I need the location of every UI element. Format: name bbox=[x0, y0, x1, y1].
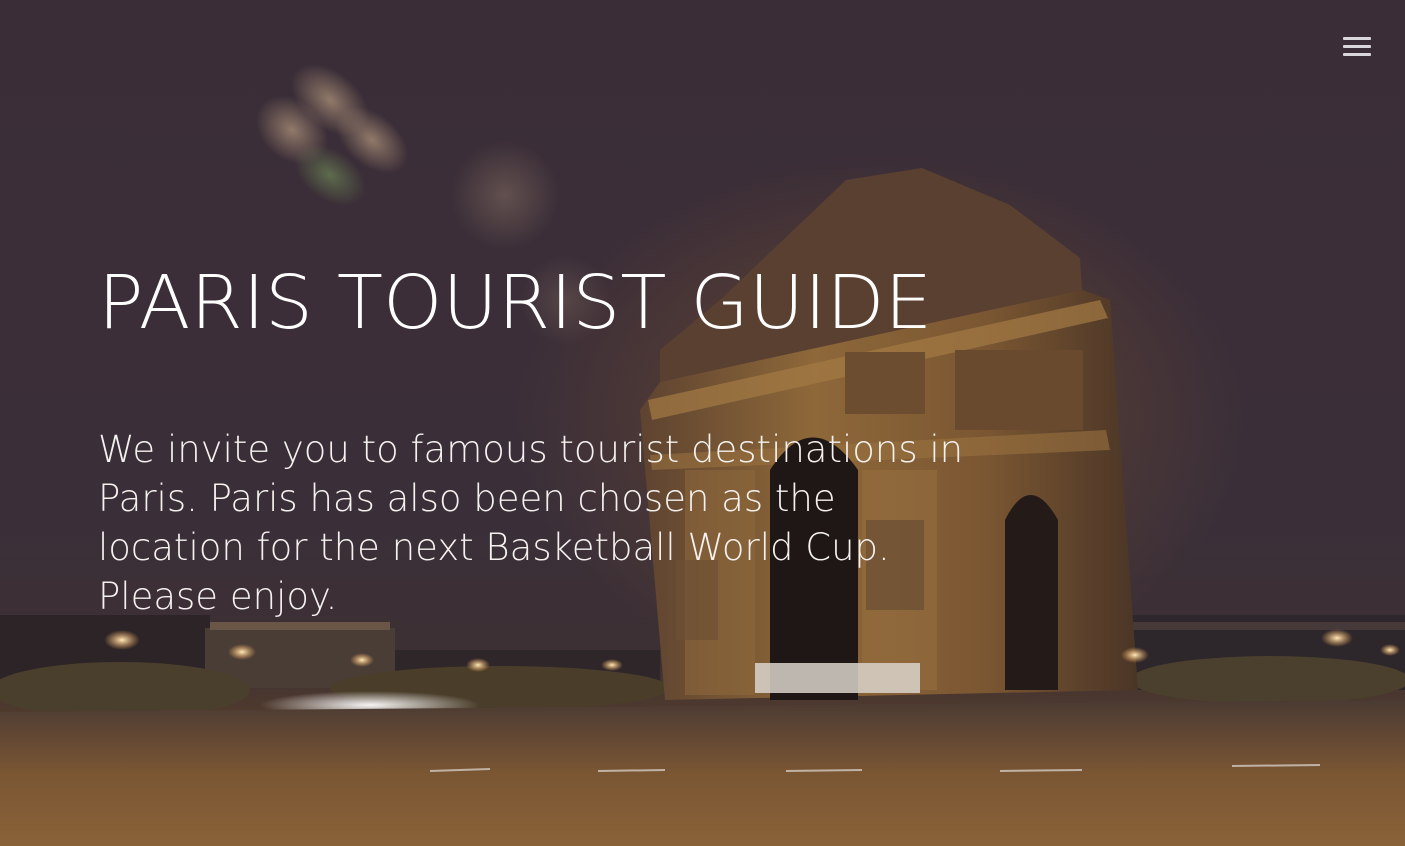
intro-text: We invite you to famous tourist destinat… bbox=[98, 428, 964, 618]
hamburger-menu-icon[interactable] bbox=[1336, 30, 1376, 64]
menu-bar-bottom bbox=[1343, 53, 1371, 56]
hero-section: PARIS TOURIST GUIDE We invite you to fam… bbox=[0, 0, 1405, 846]
page-title: PARIS TOURIST GUIDE bbox=[98, 260, 933, 346]
menu-bar-middle bbox=[1343, 45, 1371, 48]
menu-bar-top bbox=[1343, 37, 1371, 40]
arc-de-triomphe-image bbox=[0, 63, 1405, 846]
